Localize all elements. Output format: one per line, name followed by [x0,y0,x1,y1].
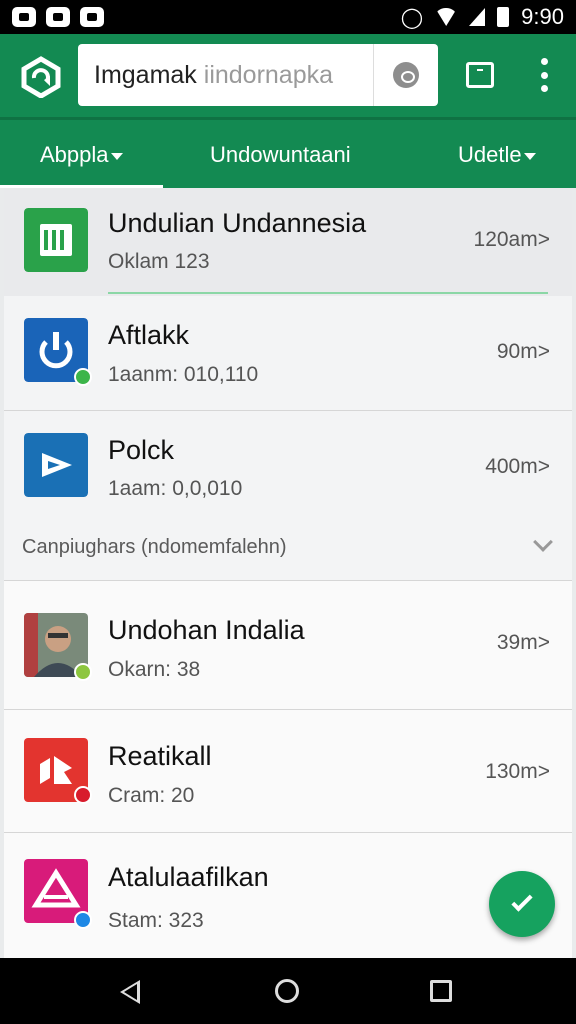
app-size: 90m> [496,340,550,363]
confirm-fab-button[interactable] [489,871,555,937]
progress-line [108,292,548,294]
list-item[interactable]: Reatikall Cram: 20 130m> [4,710,572,832]
search-box[interactable]: Imgamak iindornapka [78,44,438,106]
app-title: Undohan Indalia [108,615,305,645]
wifi-icon [435,8,458,26]
list-item[interactable]: Undulian Undannesia Oklam 123 120am> [4,188,572,296]
app-title: Atalulaafilkan [108,862,269,892]
app-subtitle: Okarn: 38 [108,658,201,681]
app-subtitle: 1aanm: 010,110 [108,363,259,386]
appbar-divider [0,117,576,120]
battery-icon [497,7,510,27]
navigation-bar [0,958,576,1024]
group-label: Canpiughars (ndomemfalehn) [22,536,287,558]
image-notification-icon [46,7,70,27]
status-time: 9:90 [521,4,564,29]
list-item[interactable]: Aftlakk 1aanm: 010,110 90m> [4,296,572,410]
tab-updates[interactable]: Udetle [458,142,536,168]
search-input[interactable]: Imgamak iindornapka [78,61,373,90]
app-bar: Imgamak iindornapka Abppla Undowuntaani … [0,34,576,188]
list-item[interactable]: Atalulaafilkan Stam: 323 [4,833,572,958]
app-title: Undulian Undannesia [108,208,367,238]
app-subtitle: 1aam: 0,0,010 [108,477,243,500]
chevron-down-icon [523,152,536,160]
app-subtitle: Oklam 123 [108,250,210,273]
app-title: Reatikall [108,741,212,771]
signal-icon [469,8,486,26]
notification-icon [12,7,36,27]
alarm-icon: ◯ [400,6,424,29]
voice-search-icon [393,62,419,88]
installed-badge-icon [74,368,92,386]
app-title: Aftlakk [108,320,190,350]
tab-apps[interactable]: Abppla [40,142,123,168]
app-notification-icon [80,7,104,27]
tab-downloads[interactable]: Undowuntaani [210,142,351,168]
chevron-down-icon[interactable] [533,532,553,552]
home-icon[interactable] [275,979,299,1003]
back-icon[interactable] [120,980,140,1004]
play-app-icon [24,433,88,497]
app-size: 400m> [485,455,550,478]
overflow-menu-button[interactable] [538,58,550,92]
book-app-icon [24,208,88,272]
list-item[interactable]: Undohan Indalia Okarn: 38 39m> [4,581,572,709]
status-badge-icon [74,663,92,681]
voice-search-button[interactable] [374,44,438,106]
status-badge-icon [74,786,92,804]
app-list: Undulian Undannesia Oklam 123 120am> Aft… [4,188,572,958]
app-logo-icon[interactable] [20,56,62,98]
app-size: 39m> [496,631,550,654]
chevron-down-icon [110,152,123,160]
status-bar: ◯ 9:90 [0,0,576,34]
list-item[interactable]: Polck 1aam: 0,0,010 400m> [4,411,572,521]
verified-badge-icon [74,911,92,929]
group-header[interactable]: Canpiughars (ndomemfalehn) [4,521,572,581]
app-size: 130m> [485,760,550,783]
app-size: 120am> [473,228,550,251]
app-subtitle: Cram: 20 [108,784,195,807]
app-subtitle: Stam: 323 [108,909,204,932]
downloads-button[interactable] [466,62,494,88]
check-icon [511,890,533,912]
recent-apps-icon[interactable] [430,980,452,1002]
app-title: Polck [108,435,175,465]
